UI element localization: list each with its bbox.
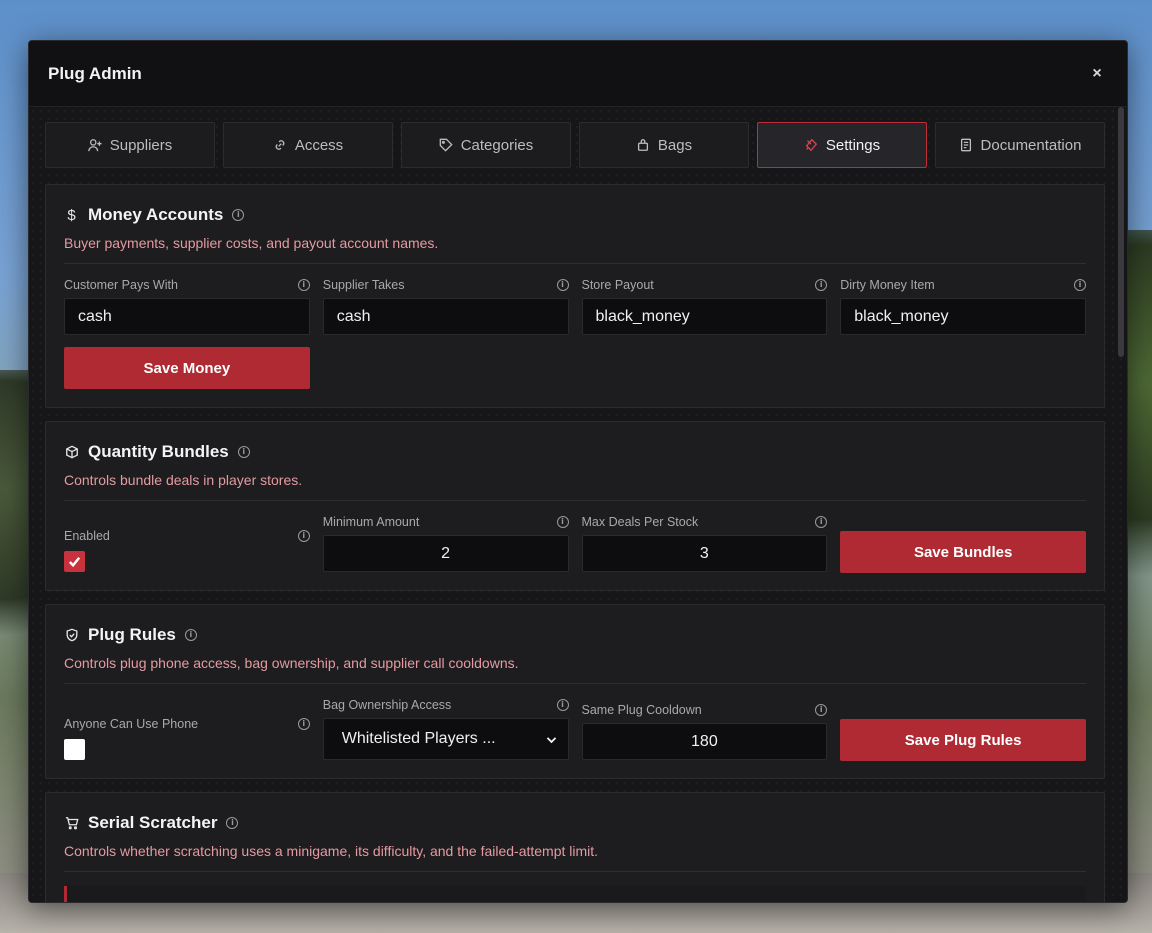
- dollar-icon: $: [67, 206, 76, 224]
- box-icon: [64, 445, 79, 460]
- store-payout-input[interactable]: black_money: [581, 298, 828, 335]
- info-icon[interactable]: i: [556, 516, 569, 528]
- tab-bags[interactable]: Bags: [579, 122, 749, 168]
- tab-documentation[interactable]: Documentation: [935, 122, 1105, 168]
- scrollbar[interactable]: [1118, 107, 1124, 357]
- divider: [64, 871, 1086, 872]
- tab-label: Access: [294, 136, 344, 154]
- dirty-money-item-input[interactable]: black_money: [840, 298, 1086, 335]
- info-icon[interactable]: i: [232, 209, 245, 221]
- field-label: Same Plug Cooldown: [581, 703, 702, 717]
- info-icon[interactable]: i: [1074, 279, 1086, 291]
- info-icon[interactable]: i: [297, 279, 310, 291]
- tab-suppliers[interactable]: Suppliers: [45, 122, 215, 168]
- bag-ownership-select[interactable]: Whitelisted Players ...: [322, 718, 569, 760]
- chevron-down-icon: [546, 736, 556, 743]
- info-icon[interactable]: i: [184, 629, 197, 641]
- info-icon[interactable]: i: [815, 704, 828, 716]
- tab-label: Documentation: [980, 136, 1082, 154]
- tab-bar: Suppliers Access Categories Bags Setting…: [45, 122, 1105, 168]
- background-tree: [0, 370, 30, 670]
- tab-label: Suppliers: [109, 136, 173, 154]
- save-plug-rules-button[interactable]: Save Plug Rules: [840, 719, 1086, 761]
- save-money-button[interactable]: Save Money: [64, 347, 310, 389]
- plug-admin-modal: Plug Admin × Suppliers Access Categories…: [28, 40, 1128, 903]
- same-plug-cooldown-input[interactable]: 180: [581, 723, 828, 760]
- section-title: Plug Rules: [88, 625, 176, 644]
- tab-settings[interactable]: Settings: [757, 122, 927, 168]
- tab-categories[interactable]: Categories: [401, 122, 571, 168]
- scratcher-field[interactable]: [64, 886, 1086, 902]
- serial-scratcher-section: Serial Scratcher i Controls whether scra…: [45, 792, 1105, 902]
- info-icon[interactable]: i: [237, 446, 250, 458]
- document-icon: [960, 138, 971, 152]
- enabled-checkbox[interactable]: [64, 551, 85, 572]
- field-label: Supplier Takes: [322, 278, 405, 292]
- bag-icon: [637, 139, 648, 151]
- settings-icon: [805, 138, 818, 152]
- max-deals-input[interactable]: 3: [581, 535, 828, 572]
- field-label: Bag Ownership Access: [322, 698, 452, 712]
- shield-icon: [64, 628, 79, 643]
- field-label: Customer Pays With: [64, 278, 178, 292]
- section-description: Controls whether scratching uses a minig…: [64, 843, 599, 859]
- cart-icon: [64, 816, 79, 831]
- plug-rules-section: Plug Rules i Controls plug phone access,…: [45, 604, 1105, 779]
- checkmark-icon: [68, 556, 81, 568]
- info-icon[interactable]: i: [556, 279, 569, 291]
- section-description: Controls bundle deals in player stores.: [64, 472, 303, 488]
- tag-icon: [439, 138, 453, 152]
- divider: [64, 263, 1086, 264]
- tab-label: Bags: [657, 136, 693, 154]
- customer-pays-with-input[interactable]: cash: [64, 298, 310, 335]
- background-tree: [1126, 230, 1152, 610]
- user-plus-icon: [87, 139, 102, 152]
- section-title: Money Accounts: [88, 205, 224, 224]
- info-icon[interactable]: i: [226, 817, 239, 829]
- link-icon: [275, 140, 285, 150]
- field-label: Anyone Can Use Phone: [64, 717, 199, 731]
- info-icon[interactable]: i: [556, 699, 569, 711]
- field-label: Store Payout: [581, 278, 654, 292]
- save-bundles-button[interactable]: Save Bundles: [840, 531, 1086, 573]
- field-label: Max Deals Per Stock: [581, 515, 699, 529]
- tab-access[interactable]: Access: [223, 122, 393, 168]
- divider: [64, 500, 1086, 501]
- tab-label: Categories: [460, 136, 534, 154]
- modal-header: Plug Admin ×: [29, 41, 1127, 107]
- info-icon[interactable]: i: [297, 530, 310, 542]
- minimum-amount-input[interactable]: 2: [322, 535, 569, 572]
- tab-label: Settings: [825, 136, 881, 154]
- divider: [64, 683, 1086, 684]
- close-button[interactable]: ×: [1087, 65, 1107, 83]
- section-title: Quantity Bundles: [88, 442, 229, 461]
- field-label: Enabled: [64, 529, 110, 543]
- modal-title: Plug Admin: [48, 63, 142, 83]
- supplier-takes-input[interactable]: cash: [322, 298, 569, 335]
- field-label: Minimum Amount: [322, 515, 420, 529]
- info-icon[interactable]: i: [297, 718, 310, 730]
- section-description: Buyer payments, supplier costs, and payo…: [64, 235, 439, 251]
- info-icon[interactable]: i: [815, 279, 828, 291]
- field-label: Dirty Money Item: [840, 278, 935, 292]
- section-title: Serial Scratcher: [88, 813, 218, 832]
- modal-body: Suppliers Access Categories Bags Setting…: [29, 107, 1127, 902]
- anyone-can-use-phone-checkbox[interactable]: [64, 739, 85, 760]
- section-description: Controls plug phone access, bag ownershi…: [64, 655, 519, 671]
- info-icon[interactable]: i: [815, 516, 828, 528]
- quantity-bundles-section: Quantity Bundles i Controls bundle deals…: [45, 421, 1105, 591]
- money-accounts-section: $ Money Accounts i Buyer payments, suppl…: [45, 184, 1105, 408]
- select-value: Whitelisted Players ...: [341, 730, 496, 747]
